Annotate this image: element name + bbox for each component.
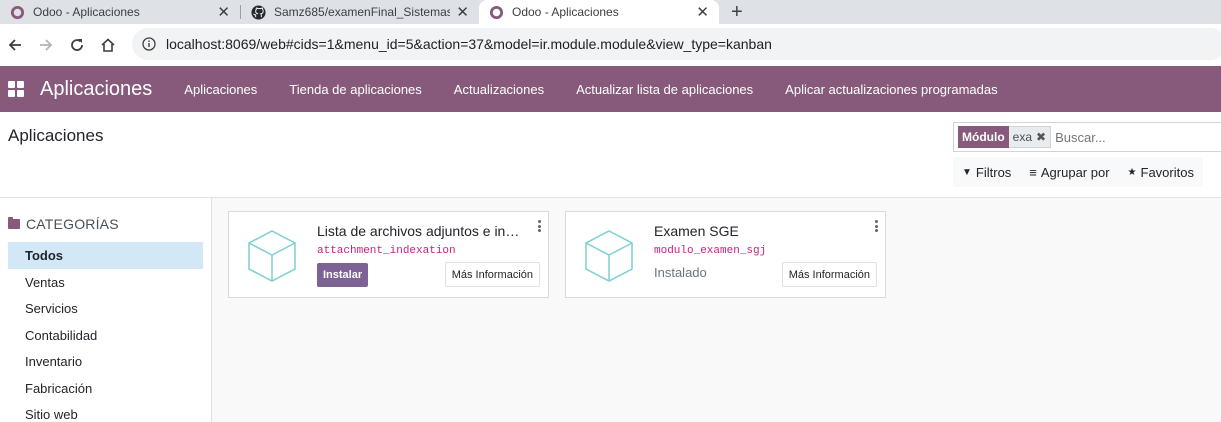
menu-tienda[interactable]: Tienda de aplicaciones [273, 82, 438, 97]
install-button[interactable]: Instalar [317, 263, 369, 287]
favorites-label: Favoritos [1140, 164, 1194, 180]
category-sidebar: CATEGORÍAS Todos Ventas Servicios Contab… [0, 198, 212, 422]
menu-aplicar-actualizaciones[interactable]: Aplicar actualizaciones programadas [769, 82, 1013, 97]
search-bar[interactable]: Módulo exa ✖ [953, 122, 1221, 152]
new-tab-icon[interactable]: + [731, 1, 743, 23]
module-technical-name: modulo_examen_sgj [654, 245, 767, 257]
group-by-button[interactable]: ≡ Agrupar por [1020, 165, 1118, 180]
forward-icon[interactable] [36, 35, 56, 55]
browser-tab-title: Samz685/examenFinal_Sistemas [274, 5, 451, 19]
address-bar[interactable]: localhost:8069/web#cids=1&menu_id=5&acti… [132, 28, 1221, 60]
module-cube-icon [585, 230, 633, 282]
facet-value-text: exa [1012, 130, 1033, 144]
category-item-sitio-web[interactable]: Sitio web [8, 401, 203, 422]
more-info-button[interactable]: Más Información [444, 262, 540, 287]
search-input[interactable] [1055, 129, 1206, 145]
more-info-button[interactable]: Más Información [781, 262, 877, 287]
filter-icon: ▼ [962, 166, 972, 178]
close-tab-icon[interactable]: ✕ [696, 5, 709, 20]
close-tab-icon[interactable]: ✕ [456, 5, 469, 20]
page-title: Aplicaciones [8, 126, 104, 145]
kebab-menu-icon[interactable] [537, 220, 541, 232]
facet-label: Módulo [958, 126, 1009, 148]
info-icon[interactable] [142, 37, 156, 51]
menu-aplicaciones[interactable]: Aplicaciones [168, 82, 273, 97]
kanban-view: Lista de archivos adjuntos e indexación … [212, 198, 1221, 422]
facet-value: exa ✖ [1008, 126, 1052, 148]
remove-facet-icon[interactable]: ✖ [1036, 130, 1046, 144]
main-navbar: Aplicaciones Aplicaciones Tienda de apli… [0, 66, 1221, 112]
module-technical-name: attachment_indexation [317, 245, 456, 257]
folder-icon [8, 217, 20, 229]
reload-icon[interactable] [67, 35, 87, 55]
browser-tab[interactable]: Samz685/examenFinal_Sistemas ✕ [241, 0, 479, 24]
search-options: ▼ Filtros ≡ Agrupar por ★ Favoritos [953, 157, 1203, 187]
filters-button[interactable]: ▼ Filtros [953, 165, 1020, 180]
github-icon [251, 4, 266, 20]
browser-toolbar: localhost:8069/web#cids=1&menu_id=5&acti… [0, 24, 1221, 66]
app-brand[interactable]: Aplicaciones [40, 78, 152, 101]
group-by-label: Agrupar por [1040, 164, 1110, 180]
module-cube-icon [248, 230, 296, 282]
browser-tab-title: Odoo - Aplicaciones [512, 5, 619, 19]
category-item-servicios[interactable]: Servicios [8, 295, 203, 322]
category-heading-label: CATEGORÍAS [26, 216, 119, 232]
category-item-contabilidad[interactable]: Contabilidad [8, 322, 203, 349]
browser-tab-title: Odoo - Aplicaciones [33, 5, 140, 19]
odoo-icon [10, 5, 25, 19]
module-card[interactable]: Examen SGE modulo_examen_sgj Instalado M… [565, 211, 886, 298]
menu-actualizaciones[interactable]: Actualizaciones [438, 82, 560, 97]
browser-tab-active[interactable]: Odoo - Aplicaciones ✕ [479, 0, 719, 24]
url-text: localhost:8069/web#cids=1&menu_id=5&acti… [166, 36, 772, 52]
module-card[interactable]: Lista de archivos adjuntos e indexación … [228, 211, 549, 298]
close-tab-icon[interactable]: ✕ [217, 5, 230, 20]
odoo-icon [489, 5, 504, 19]
category-item-ventas[interactable]: Ventas [8, 269, 203, 296]
browser-tab-strip: Odoo - Aplicaciones ✕ Samz685/examenFina… [0, 0, 1221, 24]
home-icon[interactable] [98, 35, 118, 55]
category-heading: CATEGORÍAS [8, 216, 119, 232]
search-facet: Módulo exa ✖ [958, 126, 1052, 148]
module-name: Lista de archivos adjuntos e indexación [317, 223, 527, 239]
kebab-menu-icon[interactable] [874, 220, 878, 232]
star-icon: ★ [1127, 166, 1137, 178]
favorites-button[interactable]: ★ Favoritos [1119, 165, 1203, 180]
installed-status: Instalado [654, 265, 707, 280]
filters-label: Filtros [975, 164, 1012, 180]
apps-menu-icon[interactable] [0, 66, 32, 112]
back-icon[interactable] [5, 35, 25, 55]
category-item-fabricacion[interactable]: Fabricación [8, 375, 203, 402]
bars-icon: ≡ [1029, 164, 1037, 180]
category-item-todos[interactable]: Todos [8, 242, 203, 269]
menu-actualizar-lista[interactable]: Actualizar lista de aplicaciones [560, 82, 769, 97]
category-item-inventario[interactable]: Inventario [8, 348, 203, 375]
browser-tab[interactable]: Odoo - Aplicaciones ✕ [0, 0, 240, 24]
module-name: Examen SGE [654, 223, 739, 239]
